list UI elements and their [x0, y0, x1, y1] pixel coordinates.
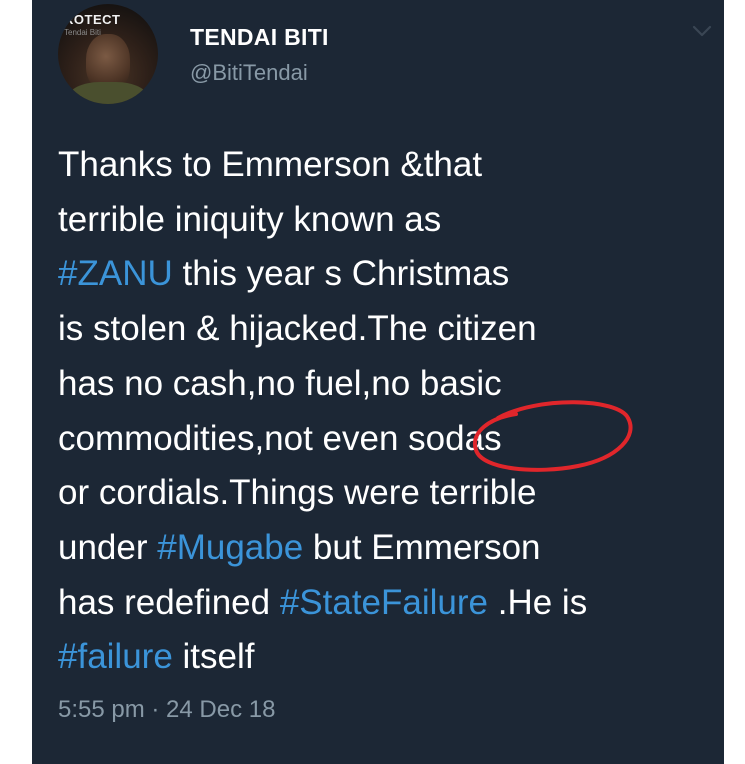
- avatar-banner-text: ROTECT: [64, 12, 121, 27]
- hashtag-link[interactable]: #StateFailure: [280, 583, 488, 622]
- author-handle[interactable]: @BitiTendai: [190, 60, 308, 86]
- avatar[interactable]: ROTECT Tendai Biti: [58, 4, 158, 104]
- tweet-text-line: under #Mugabe but Emmerson: [58, 521, 708, 576]
- tweet-text-segment: but Emmerson: [303, 527, 541, 567]
- tweet-text-line: commodities,not even sodas: [58, 412, 708, 467]
- tweet-text-segment: itself: [172, 637, 255, 677]
- tweet-text-line: has redefined #StateFailure .He is: [58, 576, 708, 631]
- tweet-text-line: #failure itself: [58, 630, 708, 685]
- tweet-timestamp[interactable]: 5:55 pm · 24 Dec 18: [58, 696, 275, 724]
- tweet-card: ROTECT Tendai Biti TENDAI BITI @BitiTend…: [32, 0, 724, 764]
- tweet-text-line: has no cash,no fuel,no basic: [58, 357, 708, 412]
- avatar-shirt: [68, 82, 148, 104]
- hashtag-link[interactable]: #ZANU: [58, 254, 173, 293]
- hashtag-link[interactable]: #failure: [58, 637, 173, 676]
- tweet-text-segment: or cordials.Things were terrible: [58, 473, 537, 513]
- tweet-text-segment: is stolen & hijacked.The citizen: [58, 309, 537, 349]
- author-display-name[interactable]: TENDAI BITI: [190, 24, 329, 51]
- tweet-text-segment: commodities,not even sodas: [58, 418, 502, 458]
- tweet-text-segment: this year s Christmas: [172, 254, 510, 294]
- avatar-sub-text: Tendai Biti: [64, 28, 101, 37]
- tweet-text-segment: terrible iniquity known as: [58, 199, 442, 239]
- tweet-text-segment: Thanks to Emmerson &that: [58, 145, 483, 184]
- tweet-text-line: terrible iniquity known as: [58, 193, 708, 248]
- tweet-text-line: #ZANU this year s Christmas: [58, 247, 708, 302]
- tweet-text-segment: under: [58, 527, 158, 567]
- tweet-text: Thanks to Emmerson &that terrible iniquit…: [58, 138, 708, 685]
- tweet-text-line: or cordials.Things were terrible: [58, 466, 708, 521]
- tweet-text-segment: .He is: [488, 582, 588, 622]
- chevron-down-icon[interactable]: [692, 24, 712, 38]
- tweet-text-segment: has redefined: [58, 582, 280, 622]
- hashtag-link[interactable]: #Mugabe: [157, 528, 303, 567]
- tweet-text-line: Thanks to Emmerson &that: [58, 138, 708, 193]
- tweet-text-line: is stolen & hijacked.The citizen: [58, 302, 708, 357]
- tweet-text-segment: has no cash,no fuel,no basic: [58, 363, 502, 403]
